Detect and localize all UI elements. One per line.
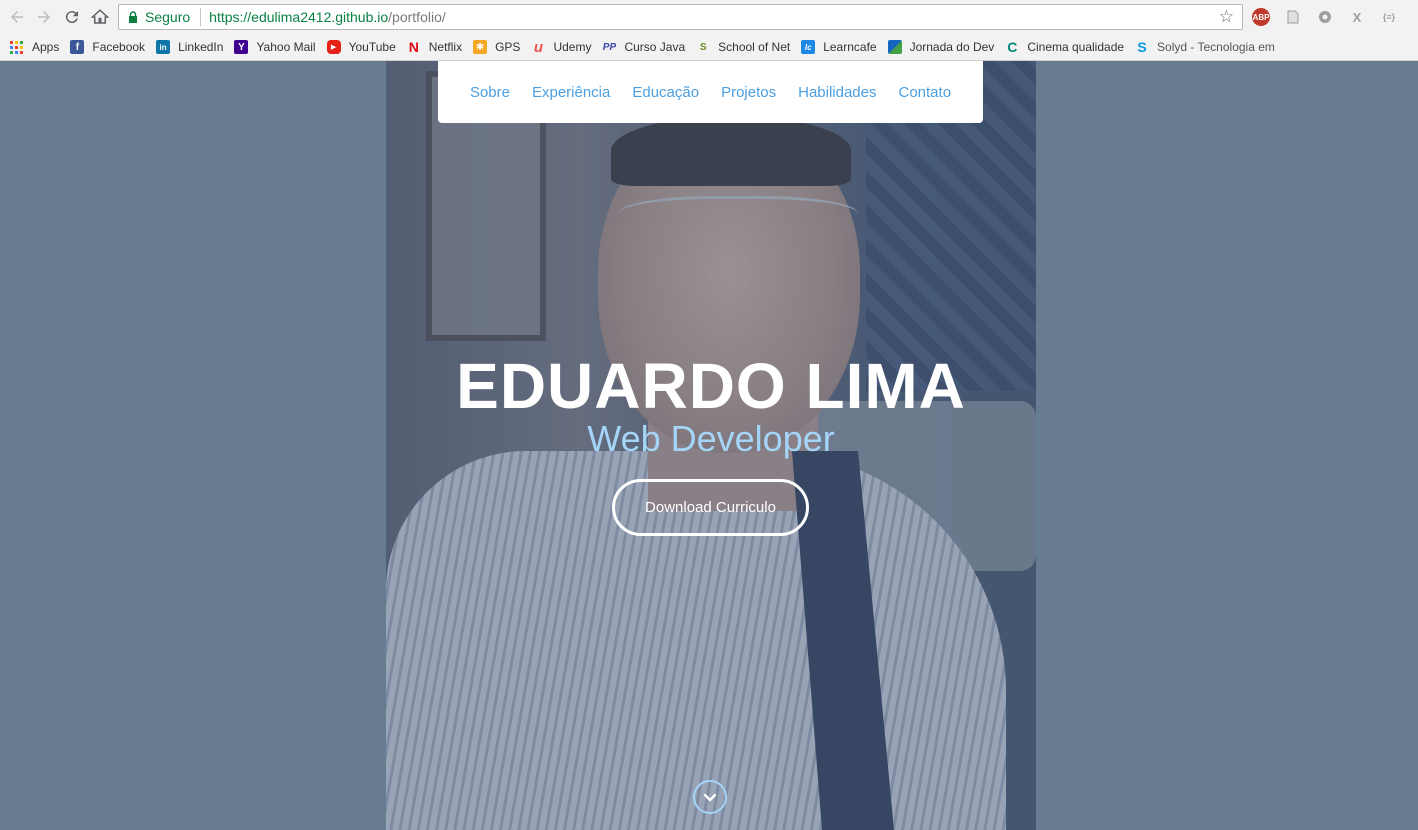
bookmark-learncafe[interactable]: lc Learncafe [801,40,877,54]
home-icon[interactable] [88,5,112,29]
bookmark-label: Udemy [553,40,592,54]
bookmark-label: Cinema qualidade [1027,40,1125,54]
pdf-extension-icon[interactable] [1284,8,1302,26]
nav-link-educacao[interactable]: Educação [632,84,699,101]
solyd-icon: S [1137,39,1147,55]
bookmark-label: Curso Java [624,40,686,54]
bookmark-netflix[interactable]: N Netflix [407,39,463,55]
x-extension-icon[interactable]: X [1348,8,1366,26]
bookmark-apps[interactable]: Apps [10,40,59,54]
bookmark-youtube[interactable]: ▶ YouTube [326,40,396,54]
bookmark-linkedin[interactable]: in LinkedIn [156,40,223,54]
udemy-icon: u [533,38,544,56]
bookmark-yahoo-mail[interactable]: Y Yahoo Mail [234,40,316,54]
bookmark-label: YouTube [348,40,396,54]
netflix-icon: N [408,39,419,55]
bookmark-curso-java[interactable]: PP Curso Java [602,40,685,54]
bookmark-label: Facebook [92,40,146,54]
nav-link-experiencia[interactable]: Experiência [532,84,610,101]
bookmarks-bar: Apps f Facebook in LinkedIn Y Yahoo Mail… [0,35,1418,59]
school-of-net-icon: S [699,41,707,53]
youtube-icon: ▶ [326,40,341,54]
secure-label: Seguro [145,9,191,25]
bookmark-label: Apps [32,40,60,54]
bookmark-cinema-qualidade[interactable]: C Cinema qualidade [1005,39,1125,55]
browser-toolbar: Seguro https://edulima2412.github.io/por… [0,0,1418,34]
hero-role: Web Developer [587,418,835,459]
reload-icon[interactable] [60,5,84,29]
nav-link-habilidades[interactable]: Habilidades [798,84,876,101]
forward-arrow-icon[interactable] [32,5,56,29]
yahoo-icon: Y [234,40,249,54]
bookmark-facebook[interactable]: f Facebook [70,40,145,54]
address-bar[interactable]: Seguro https://edulima2412.github.io/por… [118,4,1243,30]
main-navigation: Sobre Experiência Educação Projetos Habi… [438,61,983,123]
jornada-icon: ▮ [887,40,902,54]
bookmark-label: Learncafe [823,40,877,54]
bookmark-solyd[interactable]: S Solyd - Tecnologia em [1135,39,1275,55]
bookmark-label: GPS [495,40,521,54]
bookmark-gps[interactable]: ✱ GPS [473,40,520,54]
facebook-icon: f [70,40,85,54]
download-curriculo-button[interactable]: Download Curriculo [612,479,809,536]
nav-link-projetos[interactable]: Projetos [721,84,776,101]
browser-chrome: Seguro https://edulima2412.github.io/por… [0,0,1418,61]
bookmark-label: Yahoo Mail [256,40,316,54]
settings-extension-icon[interactable] [1316,8,1334,26]
bookmark-udemy[interactable]: u Udemy [531,38,592,56]
back-arrow-icon[interactable] [5,5,29,29]
bookmark-label: LinkedIn [178,40,224,54]
cinema-icon: C [1007,39,1018,55]
page-viewport: Sobre Experiência Educação Projetos Habi… [0,61,1418,830]
nav-link-sobre[interactable]: Sobre [470,84,510,101]
bookmark-jornada-do-dev[interactable]: ▮ Jornada do Dev [887,40,995,54]
bookmark-label: Netflix [428,40,463,54]
json-extension-icon[interactable]: {≡} [1380,8,1398,26]
lock-icon [128,11,138,23]
gps-icon: ✱ [473,40,488,54]
url-path: /portfolio/ [388,9,446,25]
linkedin-icon: in [156,40,171,54]
bookmark-school-of-net[interactable]: S School of Net [696,40,790,54]
nav-link-contato[interactable]: Contato [899,84,952,101]
bookmark-star-icon[interactable]: ☆ [1219,8,1234,26]
curso-java-icon: PP [602,41,617,53]
adblock-icon[interactable]: ABP [1252,8,1270,26]
apps-grid-icon [10,40,23,54]
hero-name: EDUARDO LIMA [456,350,966,422]
learncafe-icon: lc [801,40,816,54]
omnibox-divider [200,8,202,26]
bookmark-label: School of Net [718,40,791,54]
url-host: https://edulima2412.github.io [209,9,389,25]
bookmark-label: Solyd - Tecnologia em [1157,40,1275,54]
bookmark-label: Jornada do Dev [909,40,995,54]
scroll-down-chevron-icon[interactable] [693,780,727,814]
